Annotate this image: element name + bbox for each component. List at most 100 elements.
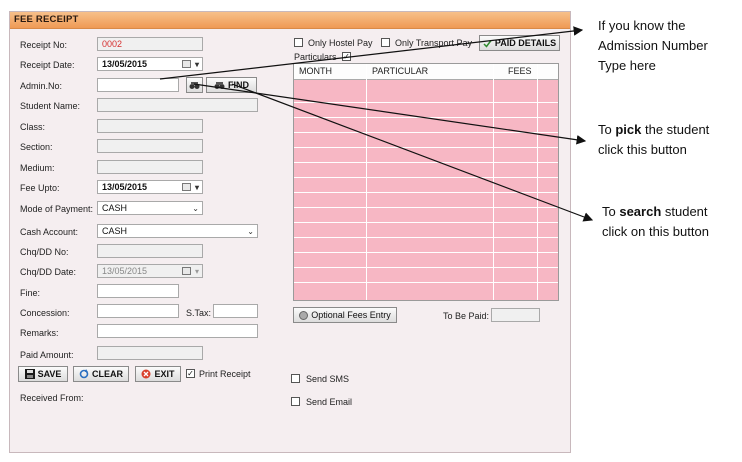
print-receipt-checkbox[interactable]: ✓	[186, 369, 195, 378]
receipt-no-label: Receipt No:	[20, 40, 68, 50]
section-label: Section:	[20, 142, 53, 152]
only-hostel-pay-label: Only Hostel Pay	[308, 38, 373, 48]
send-sms-label: Send SMS	[306, 374, 350, 384]
concession-input[interactable]	[97, 304, 179, 318]
chq-dd-date-value: 13/05/2015	[102, 266, 148, 276]
fee-upto-picker[interactable]: 13/05/2015 ▾	[97, 180, 203, 194]
concession-label: Concession:	[20, 308, 70, 318]
find-button[interactable]: FIND	[206, 77, 257, 93]
column-fees: FEES	[508, 66, 532, 76]
student-name-label: Student Name:	[20, 101, 81, 111]
only-transport-pay-checkbox[interactable]	[381, 38, 390, 47]
annotation-pick: To pick the student click this button	[598, 120, 709, 160]
exit-button[interactable]: EXIT	[135, 366, 181, 382]
chq-dd-date-picker: 13/05/2015 ▾	[97, 264, 203, 278]
medium-label: Medium:	[20, 163, 55, 173]
title-bar: FEE RECEIPT	[10, 12, 570, 29]
save-button[interactable]: SAVE	[18, 366, 68, 382]
window-title: FEE RECEIPT	[14, 14, 79, 25]
annotation-bold: search	[619, 204, 662, 219]
annotation-text: Admission Number	[598, 38, 708, 53]
fine-input[interactable]	[97, 284, 179, 298]
radio-icon	[299, 310, 309, 320]
fee-receipt-window: FEE RECEIPT Receipt No: 0002 Receipt Dat…	[9, 11, 571, 453]
annotation-text: If you know the	[598, 18, 686, 33]
receipt-date-value: 13/05/2015	[102, 59, 148, 69]
fee-upto-label: Fee Upto:	[20, 183, 60, 193]
optional-fees-entry-label: Optional Fees Entry	[311, 310, 391, 320]
annotation-admission: If you know the Admission Number Type he…	[598, 16, 708, 76]
send-email-checkbox[interactable]	[291, 397, 300, 406]
received-from-label: Received From:	[20, 393, 84, 403]
floppy-disk-icon	[24, 369, 35, 379]
pick-student-button[interactable]	[186, 77, 203, 93]
send-sms-checkbox[interactable]	[291, 374, 300, 383]
annotation-search: To search student click on this button	[602, 202, 709, 242]
fine-label: Fine:	[20, 288, 41, 298]
remarks-input[interactable]	[97, 324, 258, 338]
calendar-icon	[182, 183, 191, 191]
admin-no-label: Admin.No:	[20, 81, 63, 91]
print-receipt-label: Print Receipt	[199, 369, 251, 379]
paid-amount-field	[97, 346, 203, 360]
class-field	[97, 119, 203, 133]
send-email-label: Send Email	[306, 397, 353, 407]
annotation-bold: pick	[615, 122, 642, 137]
receipt-no-field[interactable]: 0002	[97, 37, 203, 51]
chq-dd-no-field	[97, 244, 203, 258]
chevron-down-icon: ▾	[194, 267, 199, 276]
cash-account-label: Cash Account:	[20, 227, 79, 237]
clear-button[interactable]: CLEAR	[73, 366, 129, 382]
chevron-down-icon: ⌄	[247, 227, 254, 236]
admin-no-input[interactable]	[97, 78, 179, 92]
to-be-paid-label: To Be Paid:	[443, 311, 490, 321]
annotation-text: To	[598, 122, 616, 137]
column-particular: PARTICULAR	[372, 66, 429, 76]
only-hostel-pay-checkbox[interactable]	[294, 38, 303, 47]
fees-grid[interactable]: MONTH PARTICULAR FEES	[293, 63, 559, 301]
cash-account-value: CASH	[102, 226, 128, 236]
annotation-text: click this button	[598, 142, 687, 157]
mode-of-payment-select[interactable]: CASH ⌄	[97, 201, 203, 215]
remarks-label: Remarks:	[20, 328, 59, 338]
check-icon	[483, 39, 492, 48]
optional-fees-entry-button[interactable]: Optional Fees Entry	[293, 307, 397, 323]
medium-field	[97, 160, 203, 174]
receipt-date-picker[interactable]: 13/05/2015 ▾	[97, 57, 203, 71]
exit-icon	[141, 369, 151, 379]
column-month: MONTH	[299, 66, 332, 76]
annotation-text: click on this button	[602, 224, 709, 239]
mode-of-payment-label: Mode of Payment:	[20, 204, 94, 214]
receipt-date-label: Receipt Date:	[20, 60, 75, 70]
chq-dd-no-label: Chq/DD No:	[20, 247, 69, 257]
section-field	[97, 139, 203, 153]
chevron-down-icon: ⌄	[192, 204, 199, 213]
chevron-down-icon: ▾	[194, 60, 199, 69]
find-button-label: FIND	[228, 80, 249, 90]
grid-header: MONTH PARTICULAR FEES	[294, 64, 558, 80]
chq-dd-date-label: Chq/DD Date:	[20, 267, 77, 277]
refresh-icon	[79, 369, 89, 379]
paid-amount-label: Paid Amount:	[20, 350, 74, 360]
stax-label: S.Tax:	[186, 308, 212, 318]
stax-input[interactable]	[213, 304, 258, 318]
paid-details-button[interactable]: PAID DETAILS	[479, 35, 560, 51]
binoculars-icon	[214, 81, 225, 89]
annotation-text: Type here	[598, 58, 656, 73]
clear-button-label: CLEAR	[92, 369, 123, 379]
calendar-icon	[182, 60, 191, 68]
calendar-icon	[182, 267, 191, 275]
class-label: Class:	[20, 122, 46, 132]
save-button-label: SAVE	[37, 369, 62, 379]
annotation-text: the student	[641, 122, 710, 137]
mode-of-payment-value: CASH	[102, 203, 128, 213]
cash-account-select[interactable]: CASH ⌄	[97, 224, 258, 238]
student-name-field	[97, 98, 258, 112]
fee-upto-value: 13/05/2015	[102, 182, 148, 192]
annotation-text: student	[661, 204, 708, 219]
paid-details-label: PAID DETAILS	[494, 38, 557, 48]
particulars-checkbox[interactable]: ✓	[342, 52, 351, 61]
chevron-down-icon: ▾	[194, 183, 199, 192]
to-be-paid-field	[491, 308, 540, 322]
exit-button-label: EXIT	[154, 369, 175, 379]
